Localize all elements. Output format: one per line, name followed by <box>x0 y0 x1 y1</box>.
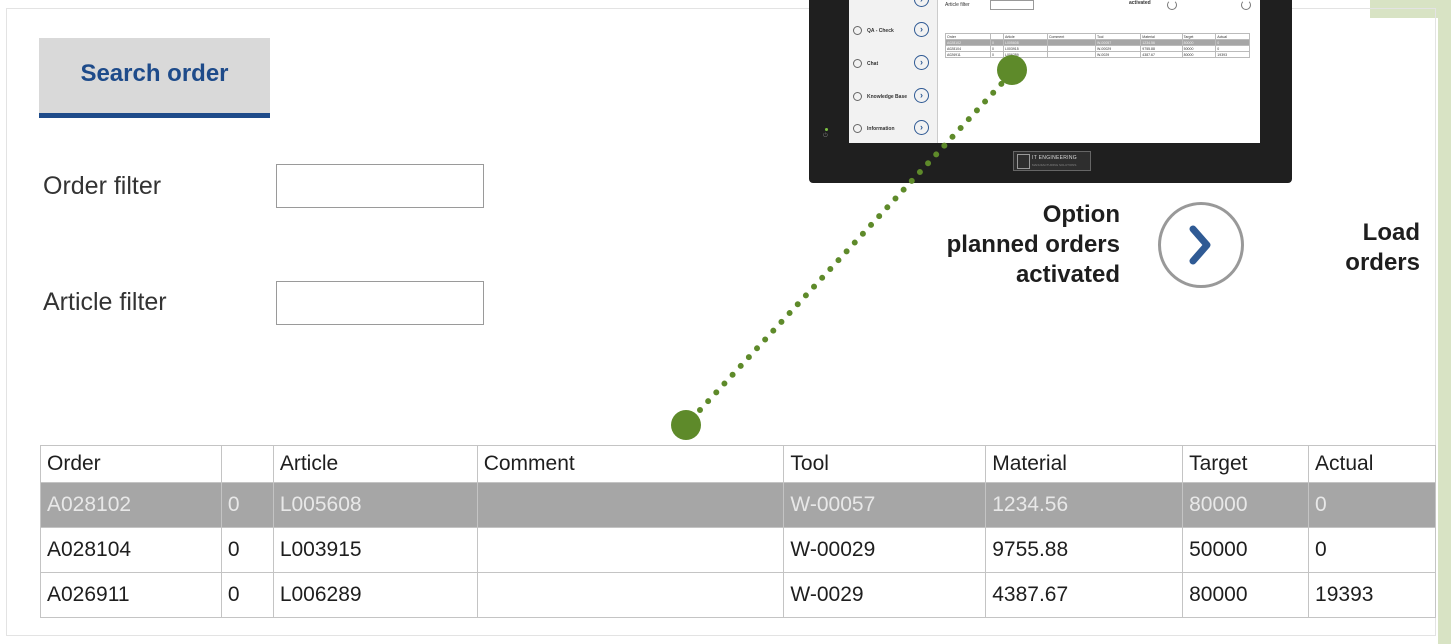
column-header-article[interactable]: Article <box>272 445 478 483</box>
table-row[interactable]: A026911 0 L006289 W-0029 4387.67 80000 1… <box>40 572 1436 618</box>
mini-nav-item: Knowledge Base › <box>853 88 935 108</box>
tablet-device: ⏻ › QA - Check › Chat › Knowledge Base › <box>809 0 1292 183</box>
background-accent-strip <box>1438 0 1451 644</box>
mini-cell: 0 <box>989 51 1005 58</box>
option-line: planned orders <box>946 231 1120 258</box>
load-orders-button[interactable] <box>1158 202 1244 288</box>
table-cell: W-00029 <box>783 527 987 573</box>
company-logo: IT ENGINEERING MANUFACTURING SOLUTIONS <box>1013 151 1091 171</box>
chevron-right-icon: › <box>914 88 929 103</box>
mini-nav-label: Information <box>867 126 895 132</box>
table-cell: A028102 <box>40 482 222 528</box>
logo-subtext: MANUFACTURING SOLUTIONS <box>1032 163 1077 167</box>
info-icon <box>853 124 862 133</box>
mini-cell: 4387.67 <box>1140 51 1183 58</box>
table-row[interactable]: A028104 0 L003915 W-00029 9755.88 50000 … <box>40 527 1436 573</box>
article-filter-label: Article filter <box>43 288 167 316</box>
status-led-icon <box>825 128 828 131</box>
load-line: Load <box>1362 219 1420 246</box>
table-cell: W-00057 <box>783 482 987 528</box>
mini-nav-label: Chat <box>867 61 879 67</box>
chevron-right-icon <box>1189 225 1211 265</box>
mini-load-icon <box>1241 0 1251 10</box>
mini-nav-item: Information › <box>853 120 935 140</box>
mini-toggle-icon <box>1167 0 1177 10</box>
tab-active-indicator <box>39 113 270 118</box>
table-cell <box>476 572 785 618</box>
table-cell: 4387.67 <box>985 572 1184 618</box>
mini-activated-label: activated <box>1129 0 1151 6</box>
mini-cell: 19393 <box>1215 51 1250 58</box>
table-cell: W-0029 <box>783 572 987 618</box>
column-header-actual[interactable]: Actual <box>1308 445 1436 483</box>
logo-text: IT ENGINEERING <box>1032 155 1077 161</box>
table-cell: 80000 <box>1182 482 1310 528</box>
chat-icon <box>853 59 862 68</box>
tablet-screen: › QA - Check › Chat › Knowledge Base › I… <box>849 0 1260 143</box>
check-icon <box>853 26 862 35</box>
logo-mark-icon <box>1017 154 1030 169</box>
chevron-right-icon: › <box>914 22 929 37</box>
table-cell: L003915 <box>272 527 478 573</box>
table-cell: 50000 <box>1182 527 1310 573</box>
orders-table: Order Article Comment Tool Material Targ… <box>40 445 1436 618</box>
table-cell: 19393 <box>1308 572 1436 618</box>
table-cell: 0 <box>220 572 274 618</box>
option-line: activated <box>1015 261 1120 288</box>
mini-nav-label: QA - Check <box>867 28 894 34</box>
table-cell: A026911 <box>40 572 222 618</box>
chevron-right-icon: › <box>914 55 929 70</box>
table-cell: 0 <box>220 482 274 528</box>
mini-cell: 80000 <box>1181 51 1217 58</box>
chevron-right-icon: › <box>914 0 929 7</box>
load-line: orders <box>1345 249 1420 276</box>
mini-cell <box>1046 51 1097 58</box>
mini-filter-label: Article filter <box>945 2 970 8</box>
mini-nav-item: › <box>853 0 935 12</box>
column-header-material[interactable]: Material <box>985 445 1184 483</box>
mini-cell: W-0029 <box>1095 51 1142 58</box>
mini-nav-item: Chat › <box>853 55 935 75</box>
column-header-order[interactable]: Order <box>40 445 222 483</box>
mini-nav-label: Knowledge Base <box>867 94 908 100</box>
table-cell: 0 <box>1308 527 1436 573</box>
option-line: Option <box>1042 201 1120 228</box>
table-cell <box>476 482 785 528</box>
table-header-row: Order Article Comment Tool Material Targ… <box>40 445 1436 483</box>
mini-cell: A026911 <box>945 51 991 58</box>
tab-label: Search order <box>80 60 229 87</box>
table-cell: 9755.88 <box>985 527 1184 573</box>
article-filter-input[interactable] <box>276 281 484 325</box>
column-header-tool[interactable]: Tool <box>783 445 987 483</box>
chevron-right-icon: › <box>914 120 929 135</box>
column-header-target[interactable]: Target <box>1182 445 1310 483</box>
column-header-comment[interactable]: Comment <box>476 445 785 483</box>
load-orders-label: Load orders <box>1300 218 1420 278</box>
order-filter-input[interactable] <box>276 164 484 208</box>
table-cell: L005608 <box>272 482 478 528</box>
power-icon: ⏻ <box>823 133 828 139</box>
table-cell: 0 <box>220 527 274 573</box>
mini-table-row: A026911 0 L006289 W-0029 4387.67 80000 1… <box>945 51 1250 58</box>
table-cell: 80000 <box>1182 572 1310 618</box>
table-cell: L006289 <box>272 572 478 618</box>
mini-cell: L006289 <box>1003 51 1048 58</box>
lightbulb-icon <box>853 92 862 101</box>
order-filter-label: Order filter <box>43 172 162 200</box>
table-cell: 0 <box>1308 482 1436 528</box>
table-cell: 1234.56 <box>985 482 1184 528</box>
tab-search-order[interactable]: Search order <box>39 38 270 114</box>
mini-sidebar: › QA - Check › Chat › Knowledge Base › I… <box>849 0 938 143</box>
option-planned-orders-label: Option planned orders activated <box>880 200 1120 290</box>
table-row[interactable]: A028102 0 L005608 W-00057 1234.56 80000 … <box>40 482 1436 528</box>
table-cell <box>476 527 785 573</box>
mini-nav-item: QA - Check › <box>853 22 935 42</box>
mini-filter-input <box>990 0 1034 10</box>
table-cell: A028104 <box>40 527 222 573</box>
column-header-blank[interactable] <box>220 445 274 483</box>
mini-orders-table: Order Article Comment Tool Material Targ… <box>945 33 1250 58</box>
